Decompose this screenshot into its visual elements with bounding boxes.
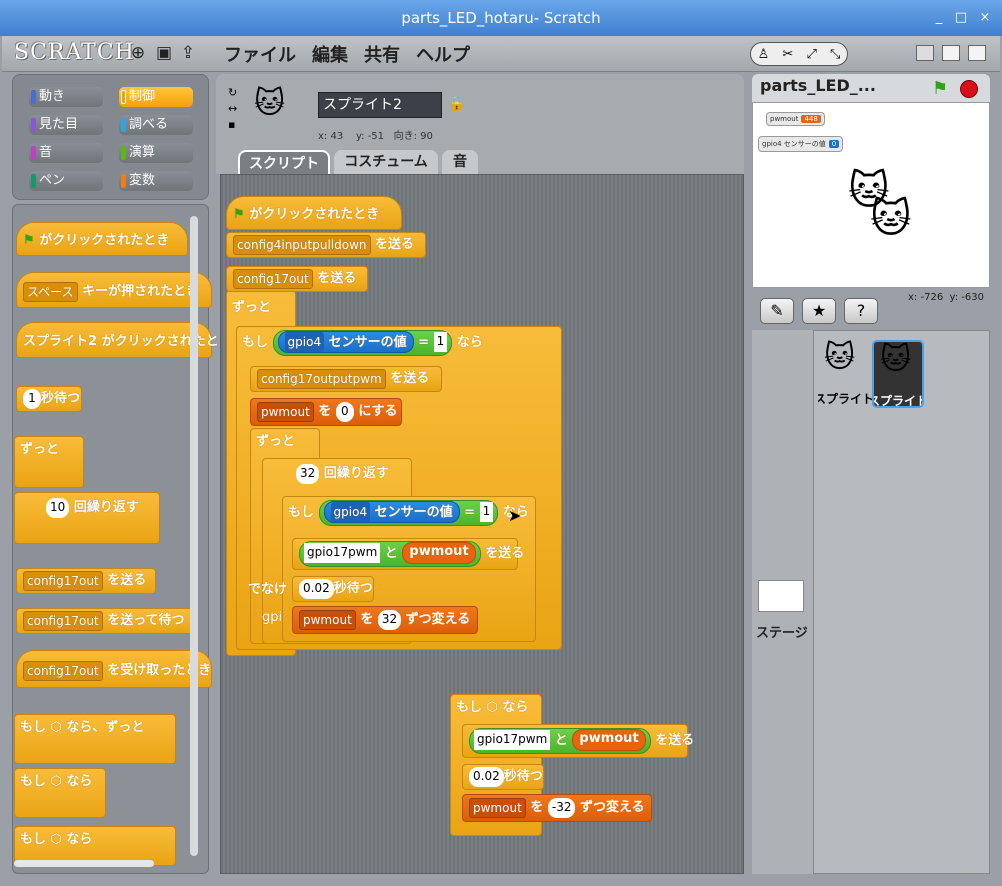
green-flag-button[interactable]: ⚑	[932, 78, 948, 99]
palette-sprite-hat-block[interactable]: スプライト2 がクリックされたとき	[16, 322, 232, 358]
menu-share[interactable]: 共有	[364, 41, 400, 67]
palette-broadcast-wait-block[interactable]: config17out を送って待つ	[16, 608, 196, 634]
palette-hscrollbar[interactable]	[14, 860, 154, 867]
category-motion[interactable]: 動き	[29, 87, 103, 107]
green-flag-icon: ⚑	[233, 207, 245, 222]
change-variable-block[interactable]: pwmout を 32 ずつ変える	[292, 606, 478, 634]
equals-operator[interactable]: gpio4 センサーの値 = 1	[272, 329, 453, 356]
category-variables[interactable]: 変数	[119, 171, 193, 191]
choose-sprite-button[interactable]: ★	[802, 298, 836, 324]
inner-forever-label: ずっと	[256, 434, 296, 449]
sensor-monitor: gpio4 センサーの値 0	[758, 136, 844, 152]
paint-sprite-button[interactable]: ✎	[760, 298, 794, 324]
project-title: parts_LED_...	[760, 76, 876, 95]
repeat-label: 32 回繰り返す	[290, 462, 395, 488]
tab-costumes[interactable]: コスチューム	[334, 150, 438, 174]
sensor-value-reporter-2[interactable]: gpio4 センサーの値	[323, 501, 460, 523]
inner-if-label: もし gpio4 センサーの値 = 1 なら	[282, 498, 535, 530]
sprite-thumbnail-icon: 🐱	[254, 86, 286, 121]
sprite-coords: x: 43 y: -51 向き: 90	[318, 131, 433, 142]
duplicate-icon[interactable]: ♙	[758, 47, 770, 62]
else-hint: gpi	[262, 610, 283, 625]
loose-change-variable-block[interactable]: pwmout を -32 ずつ変える	[462, 794, 652, 822]
tool-bar: ♙ ✂ ⤢ ⤡	[750, 42, 848, 66]
else-label: でなけ	[248, 582, 288, 597]
mouse-coords: x: -726 y: -630	[908, 292, 984, 303]
pwmout-monitor: pwmout 448	[766, 112, 825, 126]
save-icon[interactable]: ▣	[154, 43, 174, 63]
palette-broadcast-block[interactable]: config17out を送る	[16, 568, 156, 594]
palette-receive-hat-block[interactable]: config17out を受け取ったとき	[16, 650, 212, 688]
sprite-name-field[interactable]: スプライト2	[318, 92, 442, 118]
category-looks[interactable]: 見た目	[29, 115, 103, 135]
shrink-icon[interactable]: ⤡	[830, 47, 840, 62]
loose-if-label: もし ⬡ なら	[456, 700, 529, 715]
rotate-icon[interactable]: ↻	[228, 86, 237, 99]
sprite2-thumb[interactable]: 🐱 スプライト2	[872, 340, 924, 408]
green-flag-icon: ⚑	[23, 233, 35, 248]
window-title-bar: parts_LED_hotaru- Scratch _ □ ×	[0, 0, 1002, 36]
key-dropdown[interactable]: スペース	[23, 281, 78, 302]
globe-icon[interactable]: ⊕	[128, 43, 148, 63]
stage-thumbnail[interactable]	[758, 580, 804, 612]
delete-icon[interactable]: ✂	[782, 47, 793, 62]
no-rotate-icon[interactable]: ▪	[228, 118, 235, 131]
tab-sounds[interactable]: 音	[442, 150, 478, 174]
send-join-block[interactable]: gpio17pwm と pwmout を送る	[292, 538, 524, 570]
menu-bar: SCRATCH ⊕ ▣ ⇪ ファイル 編集 共有 ヘルプ ♙ ✂ ⤢ ⤡	[2, 36, 1000, 72]
palette-key-hat-block[interactable]: スペース キーが押されたとき	[16, 272, 212, 308]
menu-help[interactable]: ヘルプ	[416, 41, 470, 67]
share-icon[interactable]: ⇪	[178, 43, 198, 63]
normal-stage-button[interactable]	[942, 45, 960, 61]
scratch-logo: SCRATCH	[14, 40, 135, 65]
sprite2-thumb-icon: 🐱	[880, 342, 912, 377]
sprite1-thumb-icon: 🐱	[824, 340, 856, 375]
equals-operator-2[interactable]: gpio4 センサーの値 = 1	[318, 499, 499, 526]
palette-flag-hat-block[interactable]: ⚑ がクリックされたとき	[16, 222, 188, 256]
loose-send-join-block[interactable]: gpio17pwm と pwmout を送る	[462, 724, 694, 758]
minimize-button[interactable]: _	[930, 9, 948, 27]
category-sensing[interactable]: 調べる	[119, 115, 193, 135]
mouse-cursor-icon: ➤	[508, 506, 522, 525]
palette-wait-block[interactable]: 1 秒待つ	[16, 386, 82, 412]
broadcast-block-1[interactable]: config4inputpulldown を送る	[226, 232, 426, 258]
random-sprite-button[interactable]: ?	[844, 298, 878, 324]
category-panel: 動き 制御 見た目 調べる 音 演算 ペン 変数	[12, 74, 209, 200]
category-pen[interactable]: ペン	[29, 171, 103, 191]
wait-block[interactable]: 0.02 秒待つ	[292, 576, 374, 602]
sprite2-on-stage-icon[interactable]: 🐱	[870, 196, 912, 242]
small-stage-button[interactable]	[916, 45, 934, 61]
lock-icon[interactable]: 🔒	[448, 96, 465, 112]
tab-scripts[interactable]: スクリプト	[238, 150, 330, 174]
grow-icon[interactable]: ⤢	[806, 47, 816, 62]
menu-file[interactable]: ファイル	[224, 41, 296, 67]
window-title: parts_LED_hotaru- Scratch	[401, 9, 601, 27]
category-operators[interactable]: 演算	[119, 143, 193, 163]
if-label: もし gpio4 センサーの値 = 1 なら	[236, 328, 489, 360]
broadcast-block-3[interactable]: config17outputpwm を送る	[250, 366, 442, 392]
flag-hat-block[interactable]: ⚑ がクリックされたとき	[226, 196, 402, 230]
maximize-button[interactable]: □	[952, 9, 970, 27]
forever-label: ずっと	[232, 300, 272, 315]
set-variable-block[interactable]: pwmout を 0 にする	[250, 398, 402, 426]
close-button[interactable]: ×	[976, 9, 994, 27]
stop-button[interactable]	[960, 80, 978, 98]
menu-edit[interactable]: 編集	[312, 41, 348, 67]
presentation-button[interactable]	[968, 45, 986, 61]
palette-scrollbar[interactable]	[190, 216, 198, 856]
broadcast-block-2[interactable]: config17out を送る	[226, 266, 368, 292]
category-sound[interactable]: 音	[29, 143, 103, 163]
loose-wait-block[interactable]: 0.02 秒待つ	[462, 764, 544, 790]
stage-label: ステージ	[756, 626, 808, 641]
flip-icon[interactable]: ↔	[228, 102, 237, 115]
category-control[interactable]: 制御	[119, 87, 193, 107]
sensor-value-reporter[interactable]: gpio4 センサーの値	[277, 331, 414, 353]
sprite1-thumb[interactable]: 🐱 スプライト1	[818, 338, 872, 408]
